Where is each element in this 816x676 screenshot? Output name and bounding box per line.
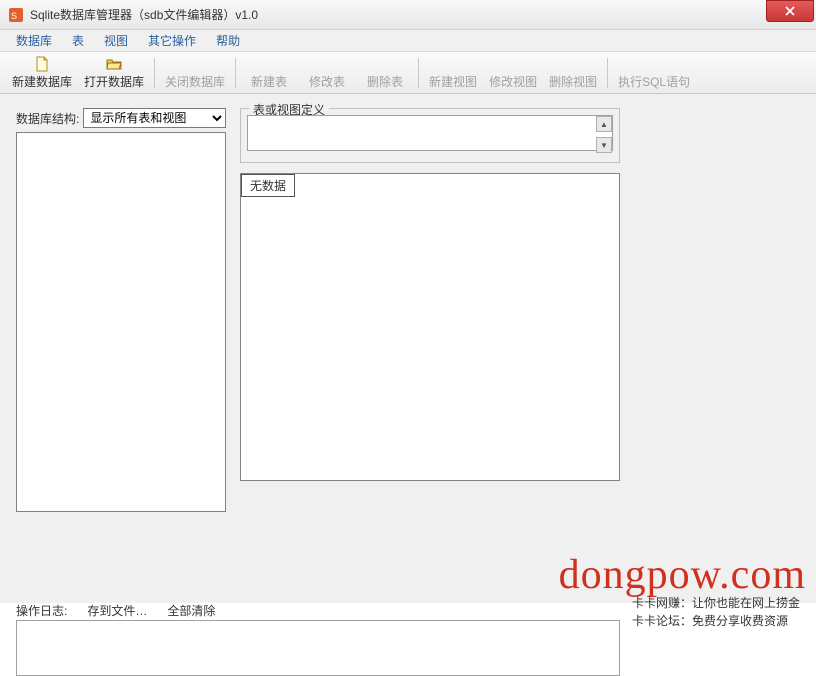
no-data-label: 无数据 bbox=[241, 174, 295, 197]
delete-view-button: 删除视图 bbox=[543, 54, 603, 92]
db-structure-select[interactable]: 显示所有表和视图 bbox=[83, 108, 226, 128]
right-panel: 表或视图定义 ▲ ▼ 无数据 bbox=[240, 108, 620, 481]
open-database-button[interactable]: 打开数据库 bbox=[78, 54, 150, 92]
log-save-file[interactable]: 存到文件… bbox=[87, 602, 147, 619]
scroll-up-icon[interactable]: ▲ bbox=[596, 116, 612, 132]
toolbar: 新建数据库 打开数据库 关闭数据库 新建表 修改表 删除表 新建视图 修改视图 … bbox=[0, 52, 816, 94]
log-clear-all[interactable]: 全部清除 bbox=[167, 602, 215, 619]
menu-other[interactable]: 其它操作 bbox=[138, 29, 206, 52]
edit-view-button: 修改视图 bbox=[483, 54, 543, 92]
window-title: Sqlite数据库管理器（sdb文件编辑器）v1.0 bbox=[30, 6, 766, 23]
svg-text:S: S bbox=[11, 11, 17, 21]
exec-sql-button: 执行SQL语句 bbox=[612, 54, 696, 92]
close-database-button: 关闭数据库 bbox=[159, 54, 231, 92]
content-area: 数据库结构: 显示所有表和视图 表或视图定义 ▲ ▼ 无数据 卡卡网赚：让你也能… bbox=[0, 94, 816, 603]
toolbar-separator bbox=[418, 58, 419, 88]
folder-open-icon bbox=[106, 56, 122, 72]
scroll-down-icon[interactable]: ▼ bbox=[596, 137, 612, 153]
close-button[interactable] bbox=[766, 0, 814, 22]
sidebar-notes: 卡卡网赚：让你也能在网上捞金 卡卡论坛：免费分享收费资源 bbox=[632, 594, 802, 630]
new-file-icon bbox=[34, 56, 50, 72]
menu-help[interactable]: 帮助 bbox=[206, 29, 250, 52]
definition-textarea[interactable] bbox=[247, 115, 613, 151]
watermark: dongpow.com bbox=[559, 551, 806, 599]
left-panel: 数据库结构: 显示所有表和视图 bbox=[16, 108, 226, 512]
log-label: 操作日志: bbox=[16, 602, 67, 619]
toolbar-separator bbox=[154, 58, 155, 88]
definition-group: 表或视图定义 ▲ ▼ bbox=[240, 108, 620, 163]
new-view-button: 新建视图 bbox=[423, 54, 483, 92]
close-db-icon bbox=[187, 56, 203, 72]
menu-table[interactable]: 表 bbox=[62, 29, 94, 52]
edit-table-button: 修改表 bbox=[298, 54, 356, 92]
toolbar-separator bbox=[607, 58, 608, 88]
menu-database[interactable]: 数据库 bbox=[6, 29, 62, 52]
new-table-button: 新建表 bbox=[240, 54, 298, 92]
menu-view[interactable]: 视图 bbox=[94, 29, 138, 52]
menu-bar: 数据库 表 视图 其它操作 帮助 bbox=[0, 30, 816, 52]
note-line-2: 卡卡论坛：免费分享收费资源 bbox=[632, 612, 802, 630]
delete-table-button: 删除表 bbox=[356, 54, 414, 92]
log-header: 操作日志: 存到文件… 全部清除 bbox=[16, 602, 215, 619]
new-database-button[interactable]: 新建数据库 bbox=[6, 54, 78, 92]
db-structure-label: 数据库结构: bbox=[16, 110, 79, 127]
data-grid[interactable]: 无数据 bbox=[240, 173, 620, 481]
note-line-1: 卡卡网赚：让你也能在网上捞金 bbox=[632, 594, 802, 612]
app-icon: S bbox=[8, 7, 24, 23]
title-bar: S Sqlite数据库管理器（sdb文件编辑器）v1.0 bbox=[0, 0, 816, 30]
log-textarea[interactable] bbox=[16, 620, 620, 676]
db-tree[interactable] bbox=[16, 132, 226, 512]
toolbar-separator bbox=[235, 58, 236, 88]
